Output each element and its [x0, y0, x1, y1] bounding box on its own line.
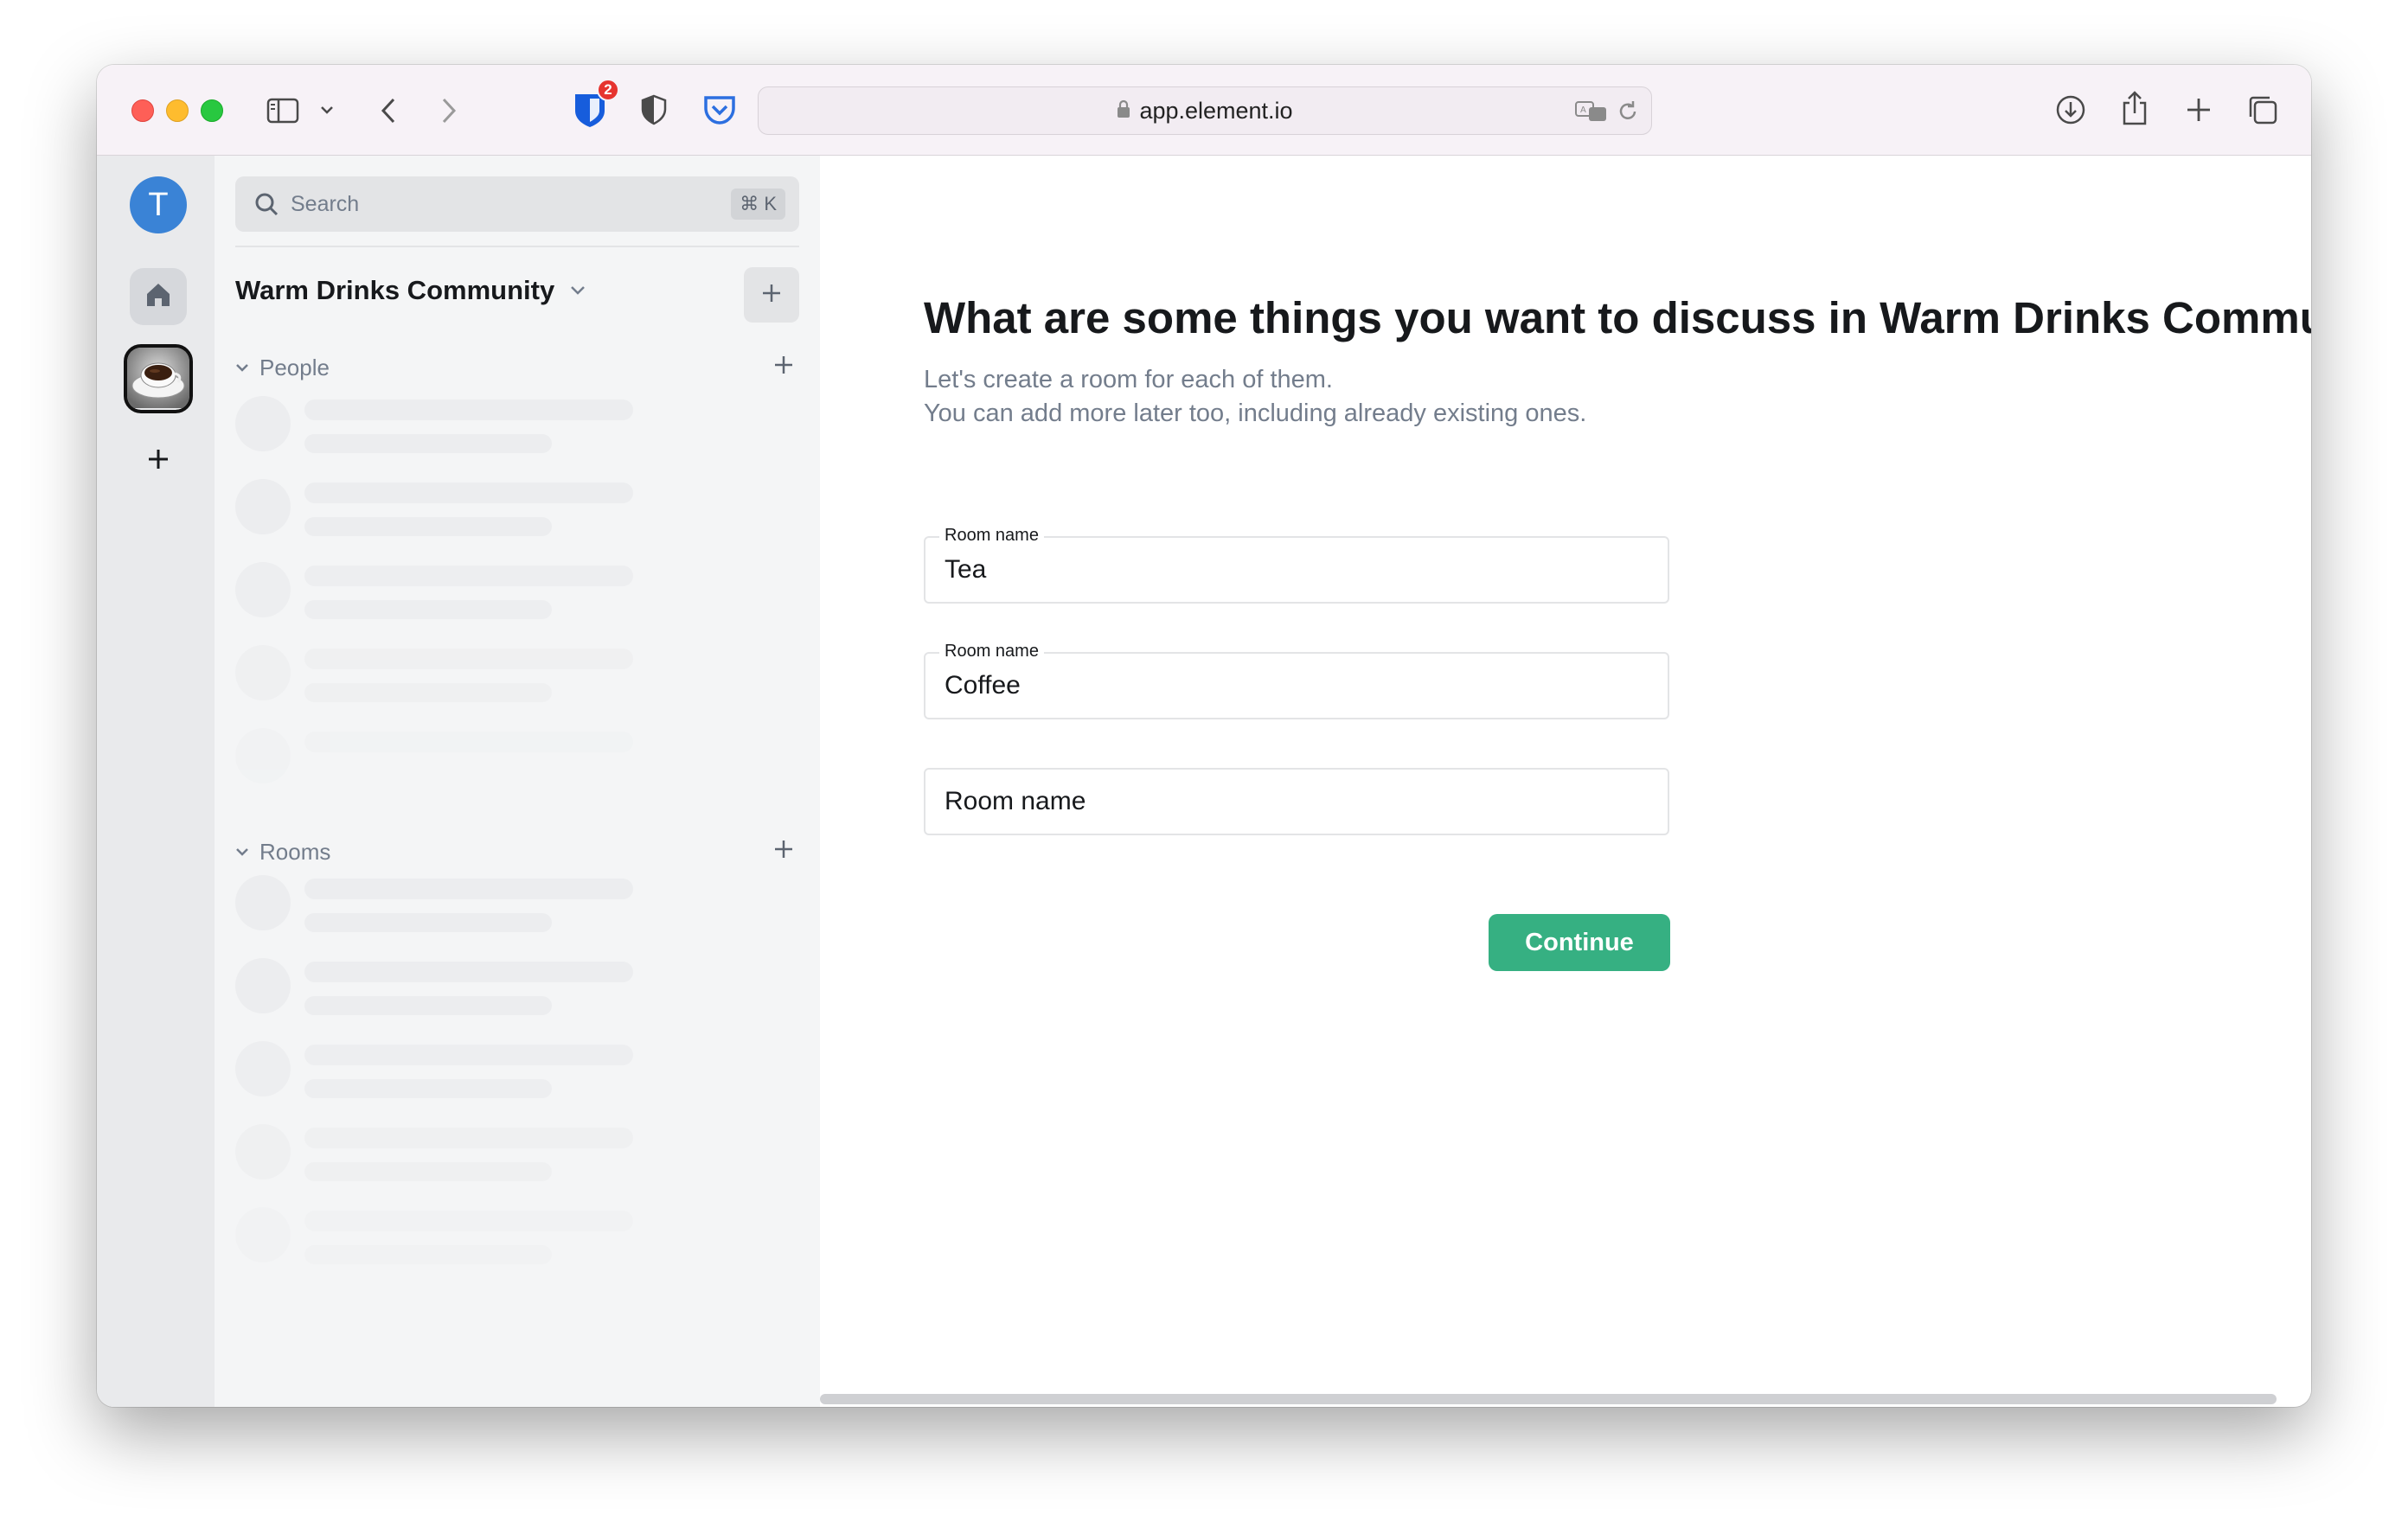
field-label: Room name	[939, 642, 1044, 662]
room-list-panel: Search ⌘ K Warm Drinks Community People	[215, 156, 820, 1407]
add-room-button[interactable]	[768, 835, 799, 866]
space-rail: T	[97, 156, 215, 1407]
loading-placeholder	[235, 863, 668, 932]
loading-placeholder	[235, 1195, 668, 1264]
downloads-icon[interactable]	[2053, 93, 2088, 127]
address-bar[interactable]: app.element.io A	[758, 86, 1652, 135]
back-icon[interactable]	[375, 96, 401, 125]
field-placeholder: Room name	[945, 787, 1086, 815]
chevron-down-icon	[570, 285, 586, 296]
horizontal-scrollbar[interactable]	[820, 1394, 2277, 1404]
loading-placeholder	[235, 1029, 668, 1098]
loading-placeholder	[235, 467, 668, 536]
tab-overview-icon[interactable]	[2245, 93, 2280, 127]
translate-icon[interactable]: A	[1575, 99, 1608, 128]
subtitle-line: You can add more later too, including al…	[924, 399, 1587, 427]
field-label: Room name	[939, 526, 1044, 546]
start-chat-button[interactable]	[768, 351, 799, 382]
loading-placeholder	[235, 633, 668, 702]
svg-text:A: A	[1580, 105, 1586, 115]
field-value: Coffee	[945, 671, 1021, 700]
reload-icon[interactable]	[1617, 99, 1639, 128]
pocket-icon[interactable]	[701, 93, 739, 127]
share-icon[interactable]	[2117, 89, 2152, 127]
forward-icon[interactable]	[436, 96, 462, 125]
people-section-header[interactable]: People	[235, 355, 330, 381]
page-subtitle: Let's create a room for each of them. Yo…	[924, 363, 1586, 431]
chevron-down-icon	[235, 363, 249, 374]
page-title: What are some things you want to discuss…	[924, 293, 2311, 342]
space-warm-drinks[interactable]	[124, 344, 193, 413]
home-icon	[144, 280, 173, 314]
gear-icon	[144, 1405, 172, 1408]
loading-placeholder	[235, 946, 668, 1015]
subtitle-line: Let's create a room for each of them.	[924, 366, 1333, 393]
main-content: What are some things you want to discuss…	[820, 156, 2311, 1407]
plus-icon	[773, 839, 794, 864]
extension-badge: 2	[597, 79, 619, 101]
url-text: app.element.io	[1139, 97, 1293, 124]
search-button[interactable]: Search ⌘ K	[235, 176, 799, 232]
quick-settings-button[interactable]	[138, 1401, 178, 1407]
rooms-section-header[interactable]: Rooms	[235, 839, 330, 866]
field-value: Tea	[945, 555, 987, 584]
create-space-button[interactable]	[138, 441, 178, 481]
room-name-field-3[interactable]: Room name	[924, 768, 1669, 835]
zoom-window-button[interactable]	[201, 99, 223, 122]
browser-window: 2 app.element.io A T Search ⌘ K Warm Dri…	[97, 65, 2311, 1407]
search-icon	[254, 192, 279, 216]
loading-placeholder	[235, 384, 668, 453]
search-label: Search	[291, 191, 360, 216]
minimize-window-button[interactable]	[166, 99, 189, 122]
plus-icon	[146, 447, 170, 476]
space-name: Warm Drinks Community	[235, 275, 555, 305]
close-window-button[interactable]	[131, 99, 154, 122]
browser-toolbar: 2 app.element.io A	[97, 65, 2311, 156]
lock-icon	[1117, 99, 1130, 123]
room-name-field-2[interactable]: Room name Coffee	[924, 642, 1669, 719]
plus-icon	[761, 283, 782, 308]
new-tab-icon[interactable]	[2183, 94, 2214, 125]
plus-icon	[773, 355, 794, 380]
space-name-menu[interactable]: Warm Drinks Community	[235, 275, 586, 306]
search-shortcut: ⌘ K	[731, 189, 785, 220]
privacy-shield-icon[interactable]	[637, 93, 671, 127]
people-section-label: People	[259, 355, 330, 380]
loading-placeholder	[235, 1112, 668, 1181]
chevron-down-icon	[235, 847, 249, 858]
sidebar-toggle-icon[interactable]	[266, 96, 300, 125]
chevron-down-icon[interactable]	[318, 101, 336, 118]
user-avatar[interactable]: T	[130, 176, 187, 233]
loading-placeholder	[235, 716, 668, 785]
room-name-field-1[interactable]: Room name Tea	[924, 526, 1669, 604]
home-button[interactable]	[130, 268, 187, 325]
divider	[235, 246, 799, 247]
continue-button[interactable]: Continue	[1489, 914, 1670, 971]
coffee-cup-icon	[127, 348, 189, 410]
add-to-space-button[interactable]	[744, 267, 799, 323]
loading-placeholder	[235, 550, 668, 619]
rooms-section-label: Rooms	[259, 839, 331, 865]
